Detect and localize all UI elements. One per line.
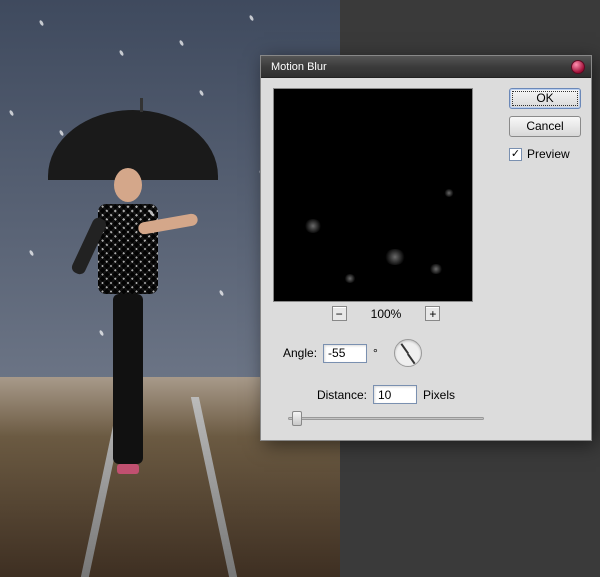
distance-slider[interactable] bbox=[288, 410, 484, 426]
preview-label: Preview bbox=[527, 147, 570, 161]
close-icon[interactable] bbox=[571, 60, 585, 74]
preview-checkbox[interactable]: ✓ bbox=[509, 148, 522, 161]
ok-button[interactable]: OK bbox=[509, 88, 581, 109]
motion-blur-dialog: Motion Blur − 100% + Angle: ° bbox=[260, 55, 592, 441]
angle-dial[interactable] bbox=[394, 339, 422, 367]
dialog-titlebar[interactable]: Motion Blur bbox=[261, 56, 591, 78]
zoom-out-button[interactable]: − bbox=[332, 306, 347, 321]
angle-label: Angle: bbox=[283, 346, 317, 360]
zoom-in-button[interactable]: + bbox=[425, 306, 440, 321]
dialog-title: Motion Blur bbox=[271, 61, 327, 73]
minus-icon: − bbox=[336, 308, 343, 320]
zoom-percent: 100% bbox=[371, 307, 402, 321]
angle-input[interactable] bbox=[323, 344, 367, 363]
distance-unit: Pixels bbox=[423, 388, 455, 402]
cancel-button[interactable]: Cancel bbox=[509, 116, 581, 137]
angle-unit: ° bbox=[373, 346, 378, 360]
filter-preview[interactable] bbox=[273, 88, 473, 302]
distance-input[interactable] bbox=[373, 385, 417, 404]
distance-label: Distance: bbox=[317, 388, 367, 402]
plus-icon: + bbox=[429, 308, 436, 320]
slider-thumb[interactable] bbox=[292, 411, 302, 426]
